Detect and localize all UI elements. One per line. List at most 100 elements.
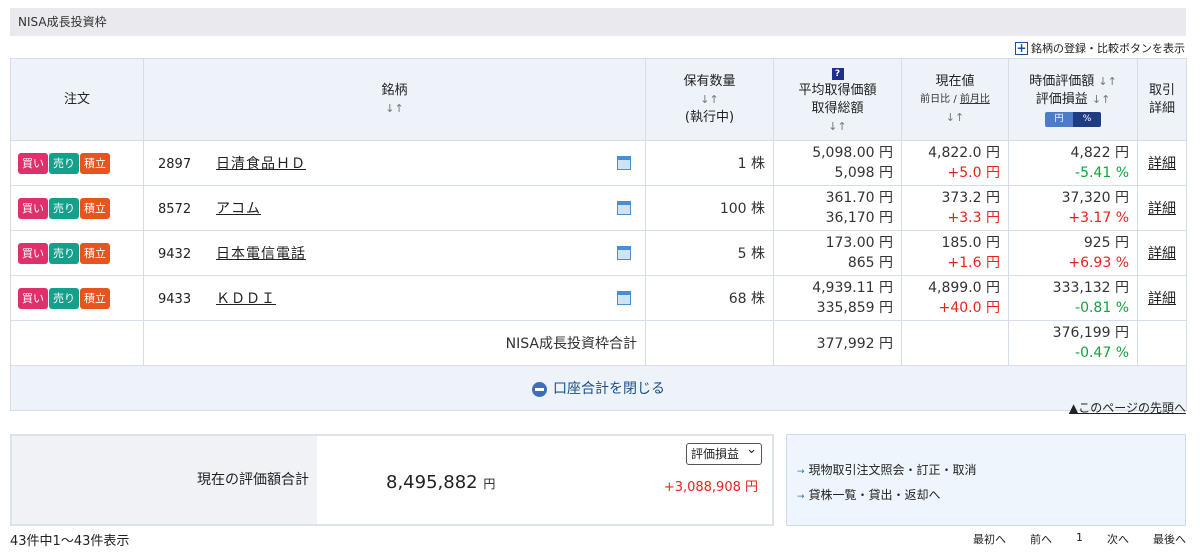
price-change: +3.3 円 [947, 210, 1000, 226]
stock-cell: 9433 ＫＤＤＩ [143, 275, 646, 321]
summary-label: 現在の評価額合計 [12, 436, 317, 524]
stock-lending-link[interactable]: → 貸株一覧・貸出・返却へ [797, 484, 1185, 509]
header-current-price: 現在値 前日比 / 前月比 ↓↑ [901, 58, 1009, 141]
accumulate-button[interactable]: 積立 [80, 287, 110, 309]
related-links: → 現物取引注文照会・訂正・取消 → 貸株一覧・貸出・返却へ [786, 434, 1186, 526]
quantity: 68 株 [645, 275, 774, 321]
header-gain-label: 評価損益 [1035, 91, 1088, 107]
accumulate-button[interactable]: 積立 [80, 197, 110, 219]
total-blank [10, 320, 144, 366]
sort-icon[interactable]: ↓↑ [1098, 75, 1116, 88]
help-icon[interactable]: ? [831, 67, 844, 80]
order-buttons: 買い 売り 積立 [10, 230, 144, 276]
total-cost: 865 円 [847, 255, 893, 271]
header-quantity-label: 保有数量 [683, 73, 736, 89]
buy-button[interactable]: 買い [18, 242, 48, 264]
unit-percent-button[interactable]: % [1073, 111, 1101, 127]
last-page-link[interactable]: 最後へ [1153, 531, 1186, 547]
detail-link[interactable]: 詳細 [1137, 230, 1187, 276]
price-change: +5.0 円 [947, 165, 1000, 181]
sell-button[interactable]: 売り [49, 197, 79, 219]
header-quantity[interactable]: 保有数量 ↓↑ (執行中) [645, 58, 774, 141]
stock-name-link[interactable]: ＫＤＤＩ [216, 288, 276, 308]
sell-button[interactable]: 売り [49, 152, 79, 174]
stock-name-link[interactable]: 日清食品ＨＤ [216, 153, 306, 173]
total-blank [645, 320, 774, 366]
stock-code: 8572 [158, 202, 192, 217]
header-market-value-label: 時価評価額 [1029, 73, 1095, 89]
holdings-table: 注文 銘柄 ↓↑ 保有数量 ↓↑ (執行中) ? 平均取得価額 取得総額 ↓↑ … [10, 58, 1187, 411]
stock-cell: 8572 アコム [143, 185, 646, 231]
calendar-icon[interactable] [617, 156, 631, 170]
sort-icon[interactable]: ↓↑ [144, 100, 645, 118]
table-row: 買い 売り 積立 9433 ＫＤＤＩ 68 株 4,939.11 円 335,859 円 4,8… [10, 275, 1187, 321]
average-price-cell: 4,939.11 円 335,859 円 [773, 275, 902, 321]
market-value: 333,132 円 [1052, 280, 1129, 296]
header-market-value: 時価評価額 ↓↑ 評価損益 ↓↑ 円 % [1008, 58, 1138, 141]
current-price-cell: 4,822.0 円 +5.0 円 [901, 140, 1009, 186]
market-value-cell: 925 円 +6.93 % [1008, 230, 1138, 276]
stock-cell: 2897 日清食品ＨＤ [143, 140, 646, 186]
arrow-right-icon: → [797, 492, 805, 502]
next-page-link[interactable]: 次へ [1107, 531, 1129, 547]
current-price-cell: 185.0 円 +1.6 円 [901, 230, 1009, 276]
current-price-cell: 4,899.0 円 +40.0 円 [901, 275, 1009, 321]
sell-button[interactable]: 売り [49, 242, 79, 264]
current-price: 185.0 円 [941, 235, 1000, 251]
detail-link[interactable]: 詳細 [1137, 140, 1187, 186]
total-gain: -0.47 % [1075, 345, 1129, 361]
section-title: NISA成長投資枠 [18, 15, 107, 29]
total-cost: 36,170 円 [825, 210, 893, 226]
result-count: 43件中1～43件表示 [10, 534, 130, 549]
close-account-total-button[interactable]: 口座合計を閉じる [10, 365, 1187, 411]
total-row: NISA成長投資枠合計 377,992 円 376,199 円 -0.47 % [10, 320, 1187, 366]
sell-button[interactable]: 売り [49, 287, 79, 309]
first-page-link[interactable]: 最初へ [973, 531, 1006, 547]
market-value: 4,822 円 [1070, 145, 1129, 161]
page-top-link[interactable]: ▲このページの先頭へ [1069, 399, 1186, 416]
buy-button[interactable]: 買い [18, 152, 48, 174]
average-price: 5,098.00 円 [812, 145, 893, 161]
header-row: 注文 銘柄 ↓↑ 保有数量 ↓↑ (執行中) ? 平均取得価額 取得総額 ↓↑ … [10, 58, 1187, 141]
stock-code: 2897 [158, 157, 192, 172]
previous-month-link[interactable]: 前月比 [960, 94, 990, 105]
order-inquiry-link[interactable]: → 現物取引注文照会・訂正・取消 [797, 459, 1185, 484]
summary-value-unit: 円 [483, 477, 496, 491]
header-total-cost-label: 取得総額 [811, 100, 864, 116]
accumulate-button[interactable]: 積立 [80, 242, 110, 264]
current-page: 1 [1076, 531, 1083, 544]
sort-icon[interactable]: ↓↑ [774, 118, 901, 136]
header-current-price-label: 現在値 [935, 73, 975, 89]
sort-icon[interactable]: ↓↑ [902, 109, 1008, 127]
current-price: 373.2 円 [941, 190, 1000, 206]
calendar-icon[interactable] [617, 201, 631, 215]
unit-toggle: 円 % [1045, 111, 1101, 127]
summary-type-select[interactable]: 評価損益 [686, 440, 762, 465]
detail-link[interactable]: 詳細 [1137, 185, 1187, 231]
average-price-cell: 173.00 円 865 円 [773, 230, 902, 276]
calendar-icon[interactable] [617, 246, 631, 260]
header-stock[interactable]: 銘柄 ↓↑ [143, 58, 646, 141]
accumulate-button[interactable]: 積立 [80, 152, 110, 174]
stock-name-link[interactable]: 日本電信電話 [216, 243, 306, 263]
show-compare-buttons-link[interactable]: + 銘柄の登録・比較ボタンを表示 [1015, 40, 1185, 56]
prev-page-link[interactable]: 前へ [1030, 531, 1052, 547]
current-price: 4,822.0 円 [928, 145, 1000, 161]
unit-yen-button[interactable]: 円 [1045, 111, 1073, 127]
market-value-cell: 4,822 円 -5.41 % [1008, 140, 1138, 186]
total-blank [901, 320, 1009, 366]
price-change: +1.6 円 [947, 255, 1000, 271]
stock-cell: 9432 日本電信電話 [143, 230, 646, 276]
buy-button[interactable]: 買い [18, 287, 48, 309]
detail-link[interactable]: 詳細 [1137, 275, 1187, 321]
sort-icon[interactable]: ↓↑ [646, 91, 773, 109]
pagination: 最初へ 前へ 1 次へ 最後へ [949, 531, 1186, 547]
previous-day-link[interactable]: 前日比 [920, 94, 950, 105]
order-inquiry-label: 現物取引注文照会・訂正・取消 [808, 463, 977, 477]
total-cost: 5,098 円 [834, 165, 893, 181]
header-detail: 取引 詳細 [1137, 58, 1187, 141]
calendar-icon[interactable] [617, 291, 631, 305]
sort-icon[interactable]: ↓↑ [1092, 93, 1110, 106]
buy-button[interactable]: 買い [18, 197, 48, 219]
stock-name-link[interactable]: アコム [216, 198, 261, 218]
